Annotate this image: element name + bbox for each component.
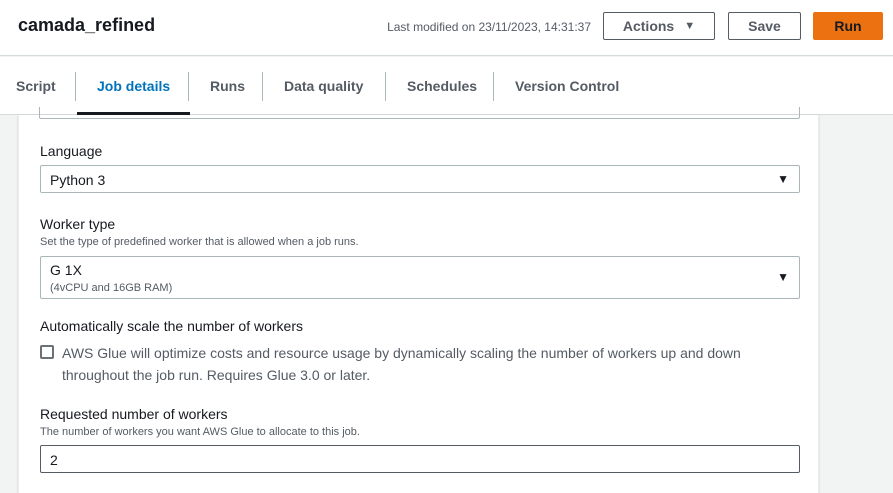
caret-down-icon: ▼ [777,172,789,186]
num-workers-input[interactable]: 2 [40,445,800,473]
tab-divider [188,72,189,101]
job-title: camada_refined [18,15,156,35]
last-modified-text: Last modified on 23/11/2023, 14:31:37 [387,20,591,34]
actions-button[interactable]: Actions ▼ [603,12,715,40]
num-workers-description: The number of workers you want AWS Glue … [40,426,360,438]
language-select[interactable]: Python 3 ▼ [40,165,800,193]
language-label: Language [40,143,103,159]
autoscale-checkbox-text[interactable]: AWS Glue will optimize costs and resourc… [62,342,782,386]
tab-divider [75,72,76,101]
run-button[interactable]: Run [813,12,883,40]
autoscale-label: Automatically scale the number of worker… [40,318,303,334]
tab-divider [385,72,386,101]
autoscale-checkbox[interactable] [40,345,54,359]
job-details-panel: Language Python 3 ▼ Worker type Set the … [18,107,819,493]
num-workers-label: Requested number of workers [40,406,228,422]
language-select-value: Python 3 [50,172,106,188]
caret-down-icon: ▼ [777,270,789,284]
tab-divider [262,72,263,101]
tab-divider [493,72,494,101]
worker-type-description: Set the type of predefined worker that i… [40,236,359,248]
caret-down-icon: ▼ [684,20,696,32]
actions-button-label: Actions [622,18,675,34]
worker-type-select-sub: (4vCPU and 16GB RAM) [50,282,173,294]
previous-field-edge [39,107,800,119]
save-button[interactable]: Save [728,12,801,40]
worker-type-label: Worker type [40,216,116,232]
header-bar: camada_refined Last modified on 23/11/20… [0,0,893,56]
worker-type-select-value: G 1X [50,262,82,278]
worker-type-select[interactable]: G 1X (4vCPU and 16GB RAM) ▼ [40,256,800,299]
num-workers-input-value: 2 [50,452,58,468]
